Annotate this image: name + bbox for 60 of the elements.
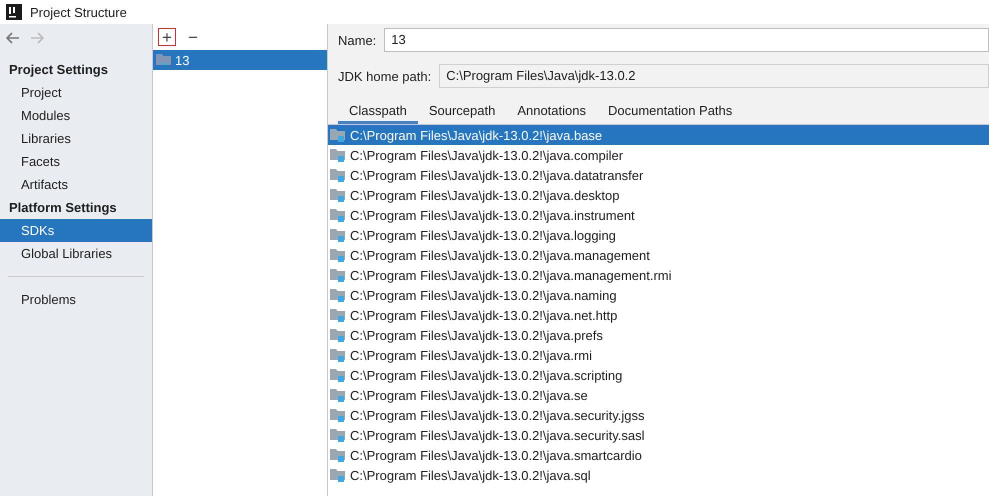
jar-folder-icon xyxy=(330,188,346,202)
classpath-row[interactable]: C:\Program Files\Java\jdk-13.0.2!\java.security.sasl xyxy=(328,425,989,445)
classpath-row[interactable]: C:\Program Files\Java\jdk-13.0.2!\java.sql xyxy=(328,465,989,485)
folder-icon xyxy=(156,53,172,67)
remove-button[interactable]: − xyxy=(184,28,202,46)
classpath-row[interactable]: C:\Program Files\Java\jdk-13.0.2!\java.net.http xyxy=(328,305,989,325)
classpath-row[interactable]: C:\Program Files\Java\jdk-13.0.2!\java.management xyxy=(328,245,989,265)
jar-folder-icon xyxy=(330,348,346,362)
home-path-label: JDK home path: xyxy=(338,68,432,84)
jar-folder-icon xyxy=(330,448,346,462)
name-label: Name: xyxy=(338,32,376,48)
jar-folder-icon xyxy=(330,268,346,282)
tab[interactable]: Sourcepath xyxy=(418,96,506,124)
sidebar-item[interactable]: Libraries xyxy=(0,127,152,150)
sidebar-item[interactable]: Artifacts xyxy=(0,173,152,196)
sidebar-heading: Project Settings xyxy=(8,61,109,79)
jar-folder-icon xyxy=(330,368,346,382)
sidebar-item[interactable]: Project xyxy=(0,81,152,104)
jar-folder-icon xyxy=(330,328,346,342)
app-logo-icon xyxy=(6,4,22,20)
classpath-row[interactable]: C:\Program Files\Java\jdk-13.0.2!\java.naming xyxy=(328,285,989,305)
sidebar-item[interactable]: Facets xyxy=(0,150,152,173)
classpath-row[interactable]: C:\Program Files\Java\jdk-13.0.2!\java.datatransfer xyxy=(328,165,989,185)
classpath-row[interactable]: C:\Program Files\Java\jdk-13.0.2!\java.logging xyxy=(328,225,989,245)
jar-folder-icon xyxy=(330,428,346,442)
jar-folder-icon xyxy=(330,148,346,162)
jar-folder-icon xyxy=(330,308,346,322)
classpath-row[interactable]: C:\Program Files\Java\jdk-13.0.2!\java.instrument xyxy=(328,205,989,225)
classpath-row[interactable]: C:\Program Files\Java\jdk-13.0.2!\java.smartcardio xyxy=(328,445,989,465)
sidebar-item[interactable]: Global Libraries xyxy=(0,242,152,265)
name-field[interactable]: 13 xyxy=(384,28,989,52)
sidebar-item[interactable]: SDKs xyxy=(0,219,152,242)
classpath-row[interactable]: C:\Program Files\Java\jdk-13.0.2!\java.se xyxy=(328,385,989,405)
sidebar-heading: Platform Settings xyxy=(8,199,118,217)
tab[interactable]: Documentation Paths xyxy=(596,96,744,124)
add-button[interactable]: + xyxy=(158,28,176,46)
jar-folder-icon xyxy=(330,168,346,182)
jar-folder-icon xyxy=(330,228,346,242)
jar-folder-icon xyxy=(330,388,346,402)
classpath-row[interactable]: C:\Program Files\Java\jdk-13.0.2!\java.scripting xyxy=(328,365,989,385)
classpath-row[interactable]: C:\Program Files\Java\jdk-13.0.2!\java.desktop xyxy=(328,185,989,205)
jar-folder-icon xyxy=(330,288,346,302)
jar-folder-icon xyxy=(330,248,346,262)
jar-folder-icon xyxy=(330,468,346,482)
sdk-item[interactable]: 13 xyxy=(153,50,327,70)
sidebar-item[interactable]: Problems xyxy=(0,288,152,311)
classpath-row[interactable]: C:\Program Files\Java\jdk-13.0.2!\java.prefs xyxy=(328,325,989,345)
home-path-field[interactable]: C:\Program Files\Java\jdk-13.0.2 xyxy=(439,64,989,88)
classpath-row[interactable]: C:\Program Files\Java\jdk-13.0.2!\java.rmi xyxy=(328,345,989,365)
classpath-row[interactable]: C:\Program Files\Java\jdk-13.0.2!\java.management.rmi xyxy=(328,265,989,285)
jar-folder-icon xyxy=(330,128,346,142)
classpath-row[interactable]: C:\Program Files\Java\jdk-13.0.2!\java.base xyxy=(328,125,989,145)
classpath-row[interactable]: C:\Program Files\Java\jdk-13.0.2!\java.security.jgss xyxy=(328,405,989,425)
classpath-row[interactable]: C:\Program Files\Java\jdk-13.0.2!\java.compiler xyxy=(328,145,989,165)
jar-folder-icon xyxy=(330,208,346,222)
window-title: Project Structure xyxy=(30,4,127,20)
tab[interactable]: Annotations xyxy=(506,96,597,124)
sidebar-item[interactable]: Modules xyxy=(0,104,152,127)
jar-folder-icon xyxy=(330,408,346,422)
back-arrow-icon[interactable] xyxy=(6,32,20,44)
